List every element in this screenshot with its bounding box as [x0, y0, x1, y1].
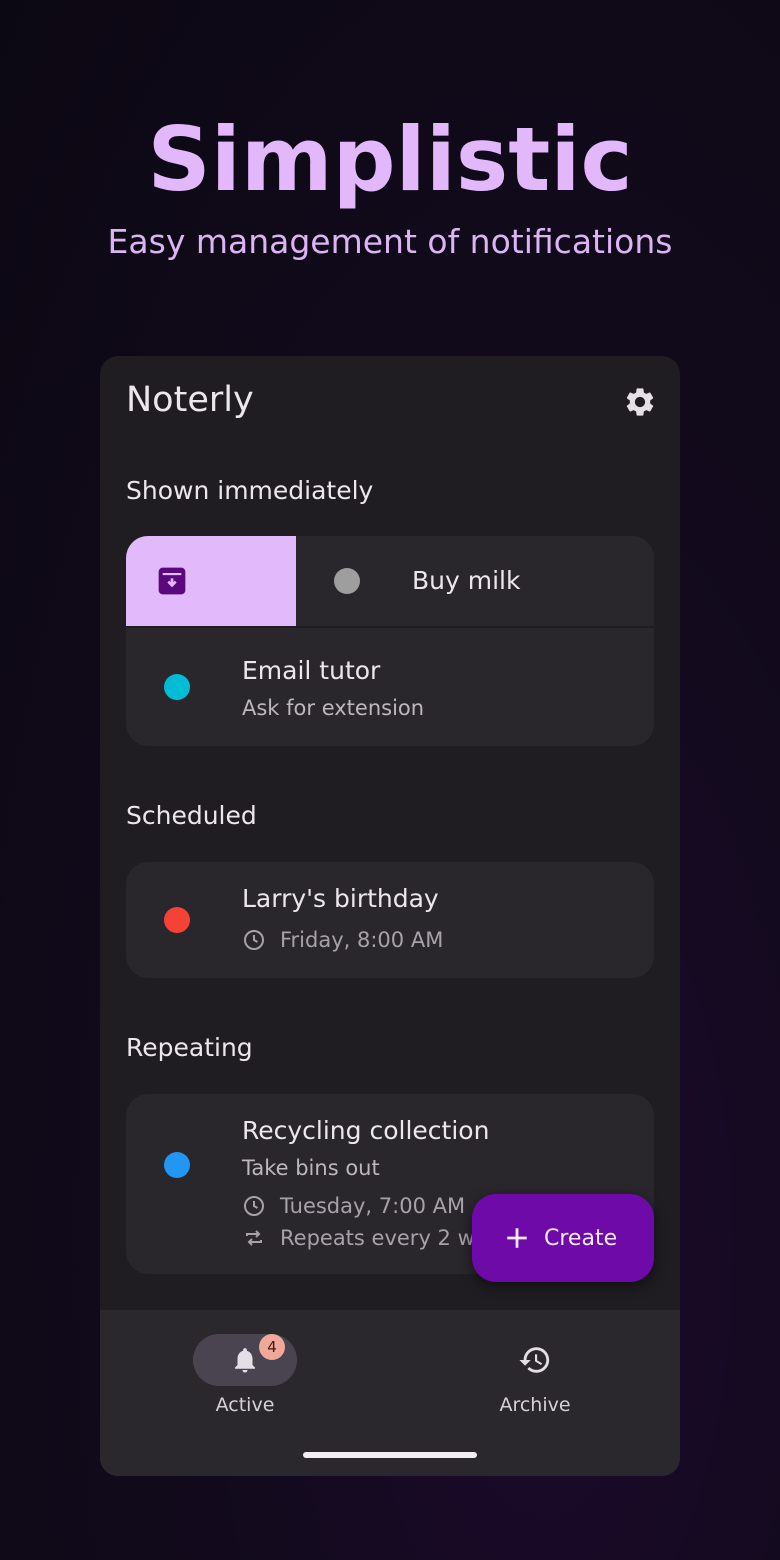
bell-icon — [235, 1348, 255, 1373]
repeat-icon — [246, 1230, 262, 1246]
clock-icon — [244, 1196, 264, 1216]
item-time-text: Friday, 8:00 AM — [280, 928, 444, 952]
list-item[interactable]: Buy milk — [126, 536, 654, 626]
plus-icon — [507, 1228, 527, 1248]
immediate-card-group: Buy milk Email tutor Ask for extension — [126, 536, 654, 746]
nav-archive-icon-wrap — [483, 1334, 587, 1386]
app-screen: Noterly Shown immediately Buy milk Email… — [100, 356, 680, 1476]
color-dot — [334, 568, 360, 594]
item-title: Buy milk — [412, 566, 521, 595]
clock-icon — [244, 930, 264, 950]
section-label-immediate: Shown immediately — [126, 476, 374, 505]
item-time: Friday, 8:00 AM — [242, 928, 443, 952]
gear-icon — [626, 388, 654, 416]
nav-item-archive[interactable]: Archive — [455, 1332, 615, 1422]
color-dot — [164, 674, 190, 700]
section-label-scheduled: Scheduled — [126, 801, 257, 830]
item-time: Tuesday, 7:00 AM — [242, 1194, 465, 1218]
item-title: Recycling collection — [242, 1116, 490, 1145]
scheduled-card-group: Larry's birthday Friday, 8:00 AM — [126, 862, 654, 978]
create-button[interactable]: Create — [472, 1194, 654, 1282]
app-title: Noterly — [126, 380, 254, 420]
swipe-archive-action[interactable] — [126, 536, 296, 626]
archive-icon — [158, 567, 186, 595]
hero-subtitle: Easy management of notifications — [107, 222, 673, 261]
nav-label-archive: Archive — [499, 1394, 571, 1416]
item-subtitle: Take bins out — [242, 1156, 380, 1180]
list-item[interactable]: Larry's birthday Friday, 8:00 AM — [126, 862, 654, 978]
list-item[interactable]: Email tutor Ask for extension — [126, 628, 654, 746]
home-indicator — [303, 1452, 477, 1458]
nav-active-indicator: 4 — [193, 1334, 297, 1386]
nav-item-active[interactable]: 4 Active — [165, 1332, 325, 1422]
history-icon — [519, 1347, 550, 1373]
color-dot — [164, 907, 190, 933]
bottom-navigation: 4 Active Archive — [100, 1310, 680, 1476]
item-repeat-text: Repeats every 2 w — [280, 1226, 475, 1250]
notification-badge: 4 — [259, 1334, 285, 1360]
item-time-text: Tuesday, 7:00 AM — [280, 1194, 466, 1218]
item-repeat: Repeats every 2 w — [242, 1226, 475, 1250]
color-dot — [164, 1152, 190, 1178]
create-button-label: Create — [544, 1225, 618, 1251]
settings-button[interactable] — [620, 382, 660, 422]
item-title: Larry's birthday — [242, 884, 439, 913]
hero-title: Simplistic — [147, 108, 633, 211]
item-title: Email tutor — [242, 656, 381, 685]
item-subtitle: Ask for extension — [242, 696, 425, 720]
section-label-repeating: Repeating — [126, 1033, 253, 1062]
nav-label-active: Active — [215, 1394, 275, 1416]
